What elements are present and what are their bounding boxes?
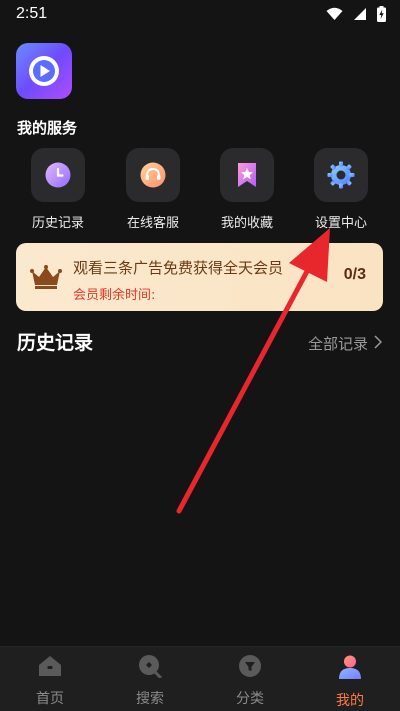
nav-search[interactable]: 搜索 [115,654,185,708]
profile-icon [337,654,363,684]
status-icons [326,6,386,22]
app-logo [16,43,72,99]
ad-progress-count: 0/3 [343,266,366,283]
nav-category[interactable]: 分类 [215,654,285,708]
promo-title: 观看三条广告免费获得全天会员 [73,259,284,277]
service-label: 我的收藏 [220,216,273,231]
signal-icon [353,7,367,21]
nav-label: 首页 [36,691,64,707]
all-records-link[interactable]: 全部记录 [307,333,383,354]
membership-remaining-time: 会员剩余时间: [73,288,156,303]
chevron-right-icon [374,334,383,353]
service-label: 历史记录 [31,216,84,231]
nav-home[interactable]: 首页 [15,654,85,708]
category-icon [237,654,263,682]
service-history[interactable]: 历史记录 [18,148,98,231]
nav-label: 我的 [336,693,364,709]
nav-label: 搜索 [136,691,164,707]
status-bar: 2:51 [0,0,400,28]
nav-label: 分类 [236,691,264,707]
gear-icon [314,148,368,202]
wifi-icon [326,7,343,21]
play-button-logo-icon [29,56,59,86]
service-settings[interactable]: 设置中心 [301,148,381,231]
search-icon [137,654,163,682]
service-label: 在线客服 [126,216,179,231]
status-time: 2:51 [16,5,48,22]
all-records-label: 全部记录 [307,335,368,353]
headset-icon [126,148,180,202]
history-section-title: 历史记录 [17,332,94,354]
clock-icon [31,148,85,202]
crown-icon [30,265,62,293]
nav-profile[interactable]: 我的 [315,654,385,710]
battery-charging-icon [377,6,386,22]
service-label: 设置中心 [314,216,367,231]
services-section-title: 我的服务 [17,119,78,137]
bottom-navigation: 首页 搜索 分类 我的 [0,646,400,711]
membership-promo-banner[interactable]: 观看三条广告免费获得全天会员 会员剩余时间: 0/3 [16,243,383,311]
annotation-arrow-icon [176,228,330,514]
services-grid: 历史记录 在线客服 我的收藏 设置中心 [0,148,400,231]
service-favorites[interactable]: 我的收藏 [207,148,287,231]
home-icon [37,654,63,682]
service-support[interactable]: 在线客服 [113,148,193,231]
star-bookmark-icon [220,148,274,202]
